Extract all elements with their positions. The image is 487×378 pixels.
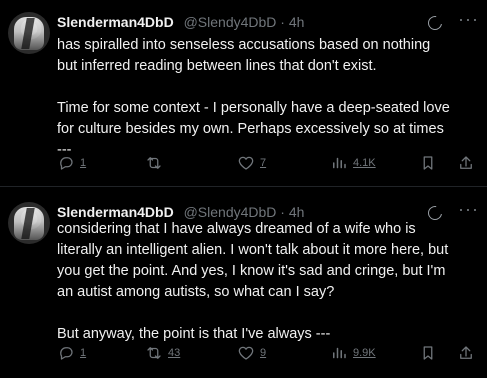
tweet-card[interactable]: Slenderman4DbD @Slendy4DbD · 4h ··· cons…: [0, 190, 487, 378]
bookmark-icon: [423, 346, 433, 360]
reply-button[interactable]: 1: [57, 153, 86, 173]
reply-icon: [60, 347, 73, 360]
separator: ·: [280, 204, 285, 220]
author-name[interactable]: Slenderman4DbD: [57, 204, 174, 220]
heart-icon: [238, 156, 254, 170]
retweet-icon: [147, 157, 161, 169]
like-button[interactable]: 9: [237, 343, 266, 363]
author-name[interactable]: Slenderman4DbD: [57, 14, 174, 30]
like-button[interactable]: 7: [237, 153, 266, 173]
views-button[interactable]: 4.1K: [330, 153, 376, 173]
separator: ·: [280, 14, 285, 30]
more-icon[interactable]: ···: [458, 10, 479, 28]
tweet-actions: 1 7 4.1K: [57, 153, 475, 173]
retweet-button[interactable]: 43: [145, 343, 180, 363]
tweet-actions: 1 43 9 9.9K: [57, 343, 475, 363]
views-icon: [333, 157, 346, 169]
share-icon: [460, 346, 472, 359]
author-handle[interactable]: @Slendy4DbD: [184, 14, 277, 30]
view-count: 9.9K: [353, 347, 376, 359]
view-count: 4.1K: [353, 157, 376, 169]
avatar[interactable]: [8, 202, 50, 244]
like-count: 7: [260, 157, 267, 169]
views-button[interactable]: 9.9K: [330, 343, 376, 363]
reply-icon: [60, 157, 73, 170]
heart-icon: [238, 346, 254, 360]
tweet-card[interactable]: Slenderman4DbD @Slendy4DbD · 4h ··· has …: [0, 0, 487, 182]
more-icon[interactable]: ···: [458, 200, 479, 218]
timestamp[interactable]: 4h: [289, 14, 305, 30]
reply-count: 1: [80, 157, 87, 169]
reply-count: 1: [80, 347, 87, 359]
retweet-button[interactable]: [145, 153, 168, 173]
share-icon: [460, 156, 472, 169]
avatar[interactable]: [8, 12, 50, 54]
tweet-text: has spiralled into senseless accusations…: [57, 37, 450, 158]
author-handle[interactable]: @Slendy4DbD: [184, 204, 277, 220]
reply-button[interactable]: 1: [57, 343, 86, 363]
bookmark-button[interactable]: [419, 153, 437, 173]
views-icon: [333, 347, 346, 359]
tweet-text: considering that I have always dreamed o…: [57, 221, 449, 342]
tweet-header: Slenderman4DbD @Slendy4DbD · 4h: [57, 13, 457, 31]
bookmark-icon: [423, 156, 433, 170]
retweet-count: 43: [168, 347, 181, 359]
retweet-icon: [147, 347, 161, 359]
tweet-feed: Slenderman4DbD @Slendy4DbD · 4h ··· has …: [0, 0, 487, 378]
share-button[interactable]: [457, 153, 475, 173]
like-count: 9: [260, 347, 267, 359]
tweet-divider: [0, 186, 487, 187]
share-button[interactable]: [457, 343, 475, 363]
timestamp[interactable]: 4h: [289, 204, 305, 220]
bookmark-button[interactable]: [419, 343, 437, 363]
